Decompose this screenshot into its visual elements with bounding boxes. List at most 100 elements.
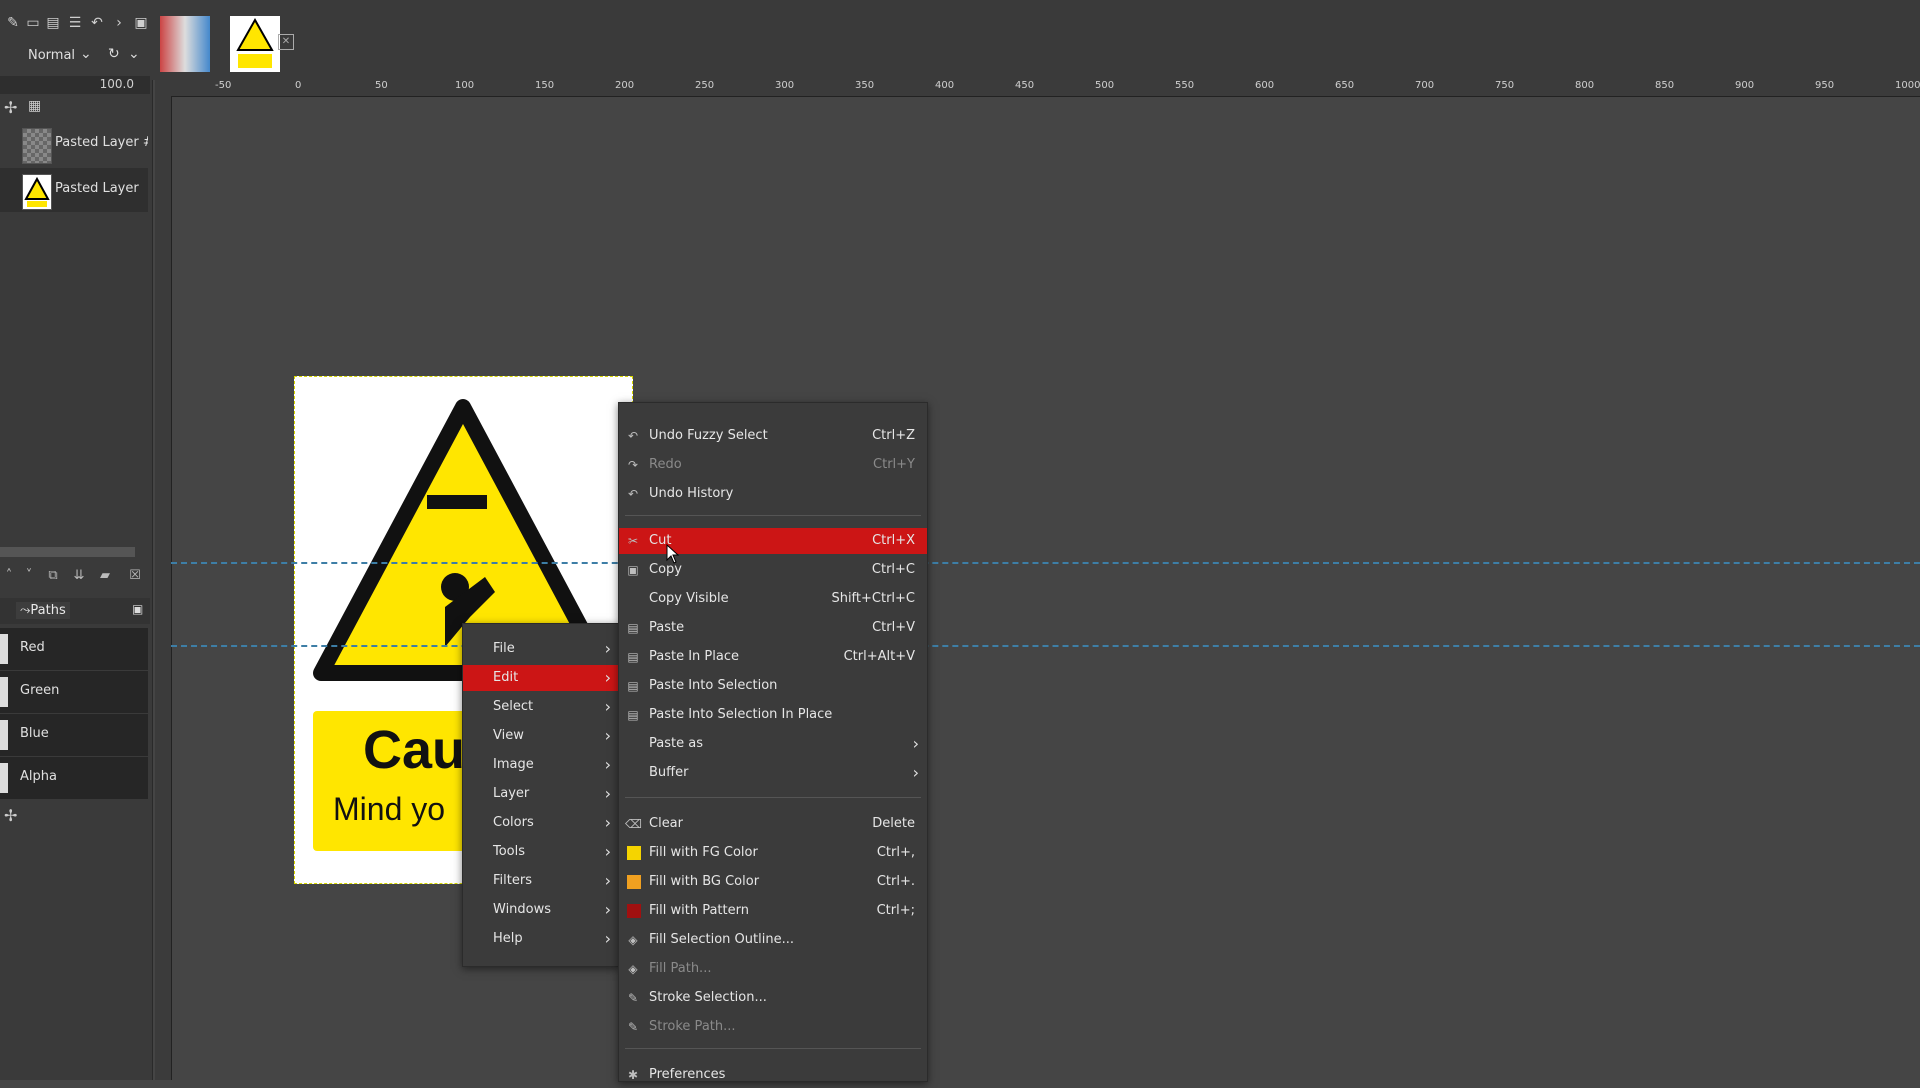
- menu-item-shortcut: Shift+Ctrl+C: [831, 591, 915, 606]
- lower-icon[interactable]: ˅: [20, 567, 38, 585]
- layer-row[interactable]: Pasted Layer #: [0, 122, 148, 166]
- ruler-label: 100: [455, 80, 475, 91]
- edit-menu-item[interactable]: ✎ Stroke Selection...: [619, 985, 927, 1011]
- undo-icon[interactable]: ↶: [88, 14, 106, 32]
- channel-thumbnail: [0, 677, 8, 707]
- image-tab-thumbnail[interactable]: [230, 16, 280, 72]
- menu-item-filters[interactable]: Filters ›: [463, 868, 619, 894]
- channel-name: Blue: [20, 726, 49, 741]
- redo-icon: ↷: [627, 458, 639, 472]
- opacity-value[interactable]: 100.0: [100, 77, 134, 91]
- menu-item-colors[interactable]: Colors ›: [463, 810, 619, 836]
- ruler-label: 200: [615, 80, 635, 91]
- merge-icon[interactable]: ⇊: [70, 567, 88, 585]
- device-icon[interactable]: ▭: [24, 14, 42, 32]
- edit-menu-item[interactable]: ⌫ Clear Delete: [619, 811, 927, 837]
- edit-menu-item[interactable]: Fill with Pattern Ctrl+;: [619, 898, 927, 924]
- fill-icon: ◈: [628, 933, 638, 947]
- duplicate-icon[interactable]: ⧉: [44, 567, 62, 585]
- channel-row[interactable]: Red: [0, 628, 148, 670]
- chevron-right-icon[interactable]: ›: [110, 14, 128, 32]
- edit-menu-item[interactable]: Fill with FG Color Ctrl+,: [619, 840, 927, 866]
- menu-item-select[interactable]: Select ›: [463, 694, 619, 720]
- tab-menu-icon[interactable]: ▣: [132, 602, 143, 616]
- menu-item-label: Undo History: [649, 486, 734, 501]
- reset-icon[interactable]: ↻: [108, 46, 120, 62]
- edit-menu-item[interactable]: ▤ Paste Into Selection: [619, 673, 927, 699]
- edit-menu-item[interactable]: Copy Visible Shift+Ctrl+C: [619, 586, 927, 612]
- menu-item-label: Paste In Place: [649, 649, 739, 664]
- images-icon[interactable]: ▤: [44, 14, 62, 32]
- chevron-down-icon[interactable]: ⌄: [80, 46, 92, 62]
- chevron-right-icon: ›: [604, 697, 611, 716]
- menu-item-edit[interactable]: Edit ›: [463, 665, 619, 691]
- lock-alpha-icon[interactable]: ▦: [28, 98, 41, 114]
- edit-menu-item[interactable]: ✱ Preferences: [619, 1062, 927, 1088]
- menu-item-image[interactable]: Image ›: [463, 752, 619, 778]
- edit-menu-item[interactable]: ▤ Paste Into Selection In Place: [619, 702, 927, 728]
- edit-menu-item[interactable]: ▤ Paste In Place Ctrl+Alt+V: [619, 644, 927, 670]
- ruler-label: 800: [1575, 80, 1595, 91]
- copy-icon: ▣: [627, 563, 639, 577]
- layer-actions: ˄ ˅ ⧉ ⇊ ▰ ☒: [0, 565, 150, 587]
- menu-item-windows[interactable]: Windows ›: [463, 897, 619, 923]
- ruler-label: 550: [1175, 80, 1195, 91]
- menu-item-file[interactable]: File ›: [463, 636, 619, 662]
- menu-item-layer[interactable]: Layer ›: [463, 781, 619, 807]
- channel-thumbnail: [0, 720, 8, 750]
- paths-icon: ⤳: [20, 603, 31, 618]
- chevron-right-icon: ›: [604, 813, 611, 832]
- scissors-icon: ✂: [627, 534, 639, 548]
- channel-row[interactable]: Green: [0, 671, 148, 713]
- edit-menu-item[interactable]: ▤ Paste Ctrl+V: [619, 615, 927, 641]
- channel-row[interactable]: Alpha: [0, 757, 148, 799]
- paste-icon: ▤: [627, 708, 639, 722]
- menu-item-label: Help: [493, 931, 523, 946]
- menu-item-view[interactable]: View ›: [463, 723, 619, 749]
- layer-row[interactable]: Pasted Layer: [0, 168, 148, 212]
- menu-item-label: Stroke Selection...: [649, 990, 767, 1005]
- list-icon[interactable]: ☰: [66, 14, 84, 32]
- edit-menu-item[interactable]: ◈ Fill Selection Outline...: [619, 927, 927, 953]
- opacity-field[interactable]: 100.0: [0, 76, 150, 94]
- dock-menu-icon[interactable]: ▣: [132, 14, 150, 32]
- menu-item-shortcut: Ctrl+Alt+V: [843, 649, 915, 664]
- layer-mode-label[interactable]: Normal: [28, 48, 75, 63]
- edit-menu-item[interactable]: Buffer ›: [619, 760, 927, 786]
- delete-icon[interactable]: ☒: [126, 567, 144, 585]
- bg-color-swatch: [627, 875, 641, 889]
- edit-menu-item[interactable]: ↶ Undo Fuzzy Select Ctrl+Z: [619, 423, 927, 449]
- channel-row[interactable]: Blue: [0, 714, 148, 756]
- move-icon[interactable]: ✢: [4, 806, 17, 825]
- menu-item-label: Fill with FG Color: [649, 845, 758, 860]
- move-icon[interactable]: ✢: [4, 98, 17, 117]
- paste-icon: ▤: [627, 621, 639, 635]
- edit-menu-item[interactable]: ↶ Undo History: [619, 481, 927, 507]
- brush-icon[interactable]: ✎: [4, 14, 22, 32]
- menu-item-label: Colors: [493, 815, 534, 830]
- layer-name: Pasted Layer #: [55, 135, 148, 150]
- layer-mode-row[interactable]: Normal ⌄ ↻ ⌄: [0, 44, 150, 68]
- chevron-right-icon: ›: [604, 784, 611, 803]
- chevron-down-icon[interactable]: ⌄: [128, 46, 140, 62]
- ruler-label: 600: [1255, 80, 1275, 91]
- image-tabs: ✕: [152, 0, 1920, 80]
- menu-item-tools[interactable]: Tools ›: [463, 839, 619, 865]
- tab-paths[interactable]: ⤳Paths: [16, 602, 70, 619]
- mouse-cursor-icon: [666, 543, 680, 568]
- raise-icon[interactable]: ˄: [0, 567, 18, 585]
- menu-item-label: Layer: [493, 786, 530, 801]
- channel-name: Green: [20, 683, 60, 698]
- mask-icon[interactable]: ▰: [96, 567, 114, 585]
- image-tab-thumbnail[interactable]: [160, 16, 210, 72]
- undo-history-icon: ↶: [627, 487, 639, 501]
- guide-line[interactable]: [171, 562, 1920, 564]
- menu-item-help[interactable]: Help ›: [463, 926, 619, 952]
- close-icon[interactable]: ✕: [278, 34, 294, 50]
- layers-scrollbar[interactable]: [0, 547, 135, 557]
- edit-menu-item[interactable]: Fill with BG Color Ctrl+.: [619, 869, 927, 895]
- edit-menu-item[interactable]: Paste as ›: [619, 731, 927, 757]
- ruler-label: -50: [215, 80, 232, 91]
- guide-line[interactable]: [171, 645, 1920, 647]
- chevron-right-icon: ›: [604, 639, 611, 658]
